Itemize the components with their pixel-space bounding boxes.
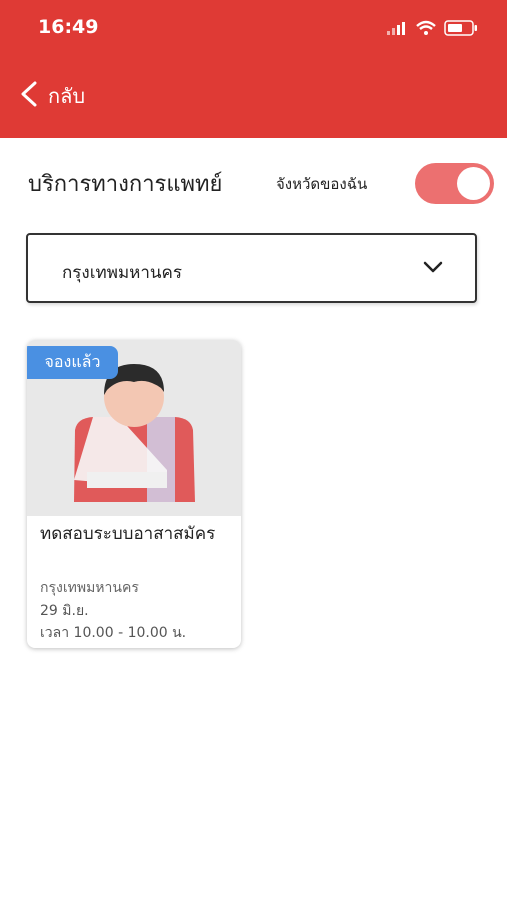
- battery-icon: [444, 20, 477, 36]
- my-province-toggle[interactable]: [415, 163, 494, 204]
- signal-icon: [387, 22, 405, 35]
- page-title: บริการทางการแพทย์: [28, 172, 223, 197]
- chevron-left-icon: [20, 81, 38, 111]
- status-time: 16:49: [38, 16, 99, 38]
- toggle-knob: [457, 167, 490, 200]
- card-time: เวลา 10.00 - 10.00 น.: [40, 625, 187, 641]
- booked-badge: จองแล้ว: [27, 346, 118, 379]
- title-row: บริการทางการแพทย์ จังหวัดของฉัน: [28, 160, 498, 210]
- card-title: ทดสอบระบบอาสาสมัคร: [40, 524, 216, 544]
- service-card[interactable]: จองแล้ว ทดสอบระบบอาสาสมัคร กรุงเทพมหานคร…: [27, 340, 241, 648]
- card-location: กรุงเทพมหานคร: [40, 580, 139, 596]
- status-icons: [387, 18, 487, 36]
- chevron-down-icon: [423, 259, 443, 278]
- back-label: กลับ: [48, 84, 86, 108]
- wifi-icon: [416, 20, 436, 35]
- back-button[interactable]: กลับ: [20, 76, 85, 116]
- app-header: 16:49 กลับ: [0, 0, 507, 138]
- card-date: 29 มิ.ย.: [40, 603, 89, 619]
- province-select[interactable]: กรุงเทพมหานคร: [26, 233, 477, 303]
- my-province-label: จังหวัดของฉัน: [276, 175, 368, 193]
- province-select-value: กรุงเทพมหานคร: [62, 263, 183, 283]
